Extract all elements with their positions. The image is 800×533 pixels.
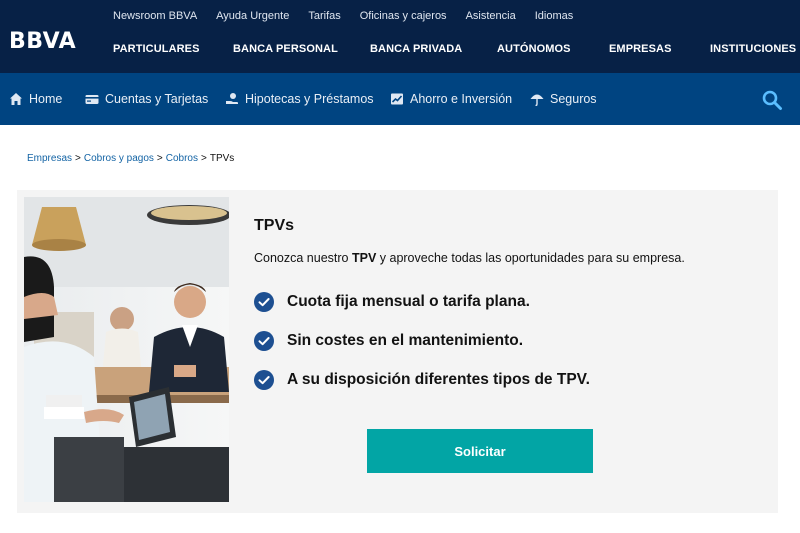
breadcrumb-empresas[interactable]: Empresas xyxy=(27,153,72,164)
bbva-logo[interactable]: BBVA xyxy=(9,31,76,53)
card-title: TPVs xyxy=(254,217,295,234)
check-circle-icon xyxy=(254,292,274,312)
util-link-ayuda-urgente[interactable]: Ayuda Urgente xyxy=(216,9,289,23)
breadcrumb-separator: > xyxy=(75,153,81,164)
util-link-oficinas[interactable]: Oficinas y cajeros xyxy=(360,9,447,23)
breadcrumb-cobros[interactable]: Cobros xyxy=(166,153,198,164)
sub-nav-hipotecas-prestamos[interactable]: Hipotecas y Préstamos xyxy=(225,91,374,107)
breadcrumb-current: TPVs xyxy=(209,153,235,164)
sub-nav-home[interactable]: Home xyxy=(9,91,62,107)
umbrella-icon xyxy=(530,94,544,106)
sub-nav-cuentas-tarjetas[interactable]: Cuentas y Tarjetas xyxy=(85,91,208,107)
breadcrumb-separator: > xyxy=(201,153,207,164)
util-link-tarifas[interactable]: Tarifas xyxy=(308,9,340,23)
main-nav-autonomos[interactable]: AUTÓNOMOS xyxy=(497,42,571,56)
util-link-idiomas[interactable]: Idiomas xyxy=(535,9,574,23)
sub-nav-seguros[interactable]: Seguros xyxy=(530,91,597,107)
home-icon xyxy=(10,93,22,105)
feature-item: Cuota fija mensual o tarifa plana. xyxy=(254,292,530,312)
sub-nav-home-label: Home xyxy=(29,92,63,106)
feature-item: A su disposición diferentes tipos de TPV… xyxy=(254,370,590,390)
feature-item: Sin costes en el mantenimiento. xyxy=(254,331,523,351)
main-nav-instituciones[interactable]: INSTITUCIONES xyxy=(710,42,796,56)
main-nav-banca-privada[interactable]: BANCA PRIVADA xyxy=(370,42,462,56)
card-icon xyxy=(85,95,99,104)
merchant-photo xyxy=(24,197,229,502)
hand-coin-icon xyxy=(226,93,238,104)
feature-text: Sin costes en el mantenimiento. xyxy=(287,332,524,349)
main-nav-particulares[interactable]: PARTICULARES xyxy=(113,42,200,56)
card-desc-before: Conozca nuestro xyxy=(254,251,352,265)
check-circle-icon xyxy=(254,370,274,390)
chart-icon xyxy=(391,93,403,105)
feature-text: A su disposición diferentes tipos de TPV… xyxy=(287,371,590,388)
sub-nav: Home Cuentas y Tarjetas Hipotecas y Prés… xyxy=(0,73,800,125)
search-icon[interactable] xyxy=(761,89,783,111)
sub-nav-cuentas-label: Cuentas y Tarjetas xyxy=(105,92,209,106)
breadcrumb-separator: > xyxy=(156,153,163,164)
sub-nav-ahorro-inversion[interactable]: Ahorro e Inversión xyxy=(390,91,512,107)
card-desc-after: y aproveche todas las oportunidades para… xyxy=(376,251,685,265)
top-header: BBVA Newsroom BBVA Ayuda Urgente Tarifas… xyxy=(0,0,800,73)
card-desc-bold: TPV xyxy=(351,251,377,265)
breadcrumb-cobros-pagos[interactable]: Cobros y pagos xyxy=(84,153,154,164)
feature-text: Cuota fija mensual o tarifa plana. xyxy=(287,293,530,310)
utility-nav: Newsroom BBVA Ayuda Urgente Tarifas Ofic… xyxy=(113,9,592,23)
sub-nav-hipotecas-label: Hipotecas y Préstamos xyxy=(245,92,374,106)
util-link-newsroom[interactable]: Newsroom BBVA xyxy=(113,9,197,23)
sub-nav-seguros-label: Seguros xyxy=(550,92,597,106)
sub-nav-ahorro-label: Ahorro e Inversión xyxy=(410,92,513,106)
breadcrumb: Empresas > Cobros y pagos > Cobros > TPVs xyxy=(27,153,234,165)
check-circle-icon xyxy=(254,331,274,351)
main-nav-empresas[interactable]: EMPRESAS xyxy=(609,42,672,56)
main-nav-banca-personal[interactable]: BANCA PERSONAL xyxy=(233,42,338,56)
card-description: Conozca nuestro TPV y aproveche todas la… xyxy=(254,250,685,266)
solicitar-button[interactable]: Solicitar xyxy=(367,429,593,473)
util-link-asistencia[interactable]: Asistencia xyxy=(466,9,516,23)
